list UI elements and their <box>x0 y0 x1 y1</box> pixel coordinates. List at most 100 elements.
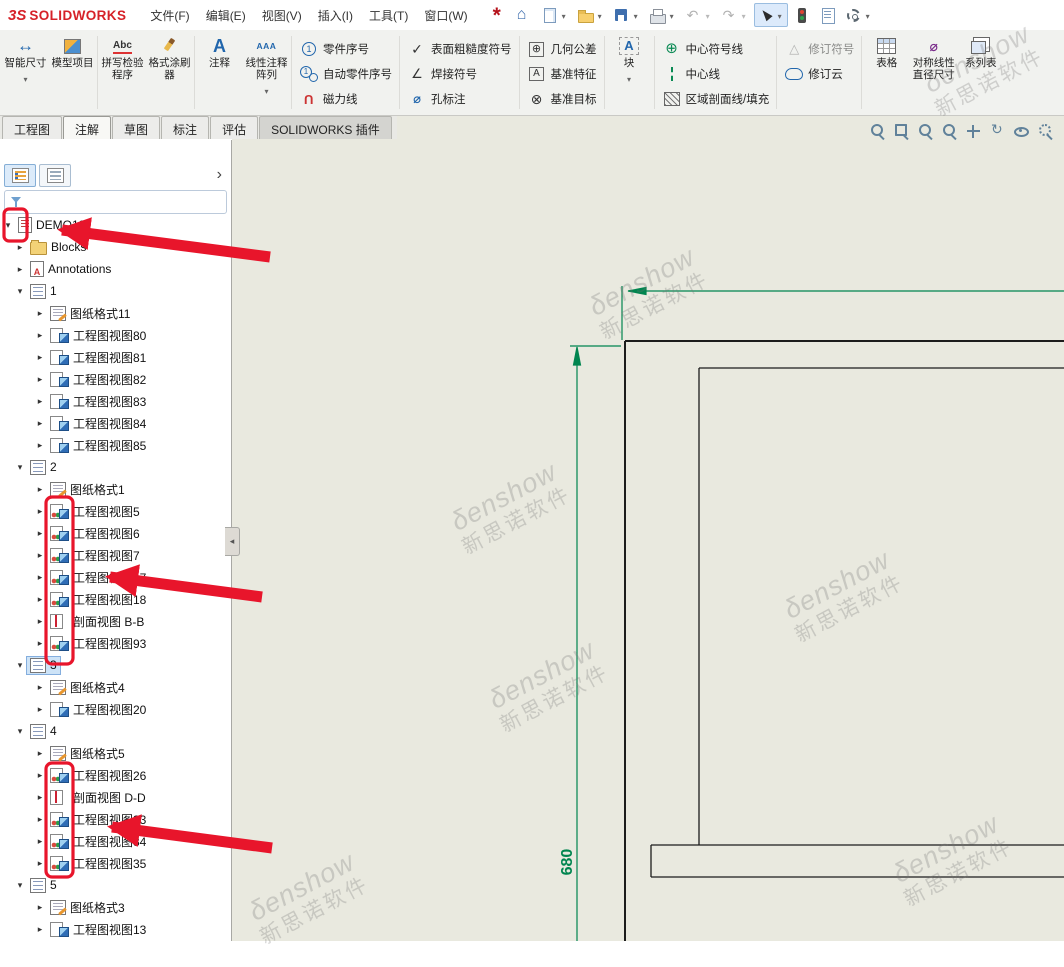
open-button[interactable] <box>574 3 608 27</box>
expand-arrow-icon[interactable] <box>34 484 46 495</box>
dropdown-arrow-icon[interactable] <box>21 69 31 87</box>
expand-arrow-icon[interactable] <box>34 374 46 385</box>
tree-item-body[interactable]: 3 <box>26 656 61 675</box>
menu-item[interactable]: 编辑(E) <box>198 2 254 29</box>
tree-item[interactable]: 剖面视图 B-B <box>0 610 231 632</box>
expand-arrow-icon[interactable] <box>34 770 46 781</box>
select-cursor-button[interactable] <box>754 3 788 27</box>
tree-item-body[interactable]: 工程图视图34 <box>46 831 150 852</box>
ribbon-button[interactable]: 焊接符号 <box>403 62 516 86</box>
tree-item[interactable]: 图纸格式3 <box>0 896 231 918</box>
featuremanager-tree-tab[interactable] <box>4 164 36 187</box>
zoom-area-icon[interactable] <box>893 123 910 139</box>
ribbon-button[interactable]: 零件序号 <box>295 37 396 61</box>
ribbon-button[interactable]: 模型项目 <box>49 35 96 69</box>
ribbon-button[interactable]: 几何公差 <box>523 37 601 61</box>
tree-item-body[interactable]: 剖面视图 B-B <box>46 611 148 632</box>
tree-item[interactable]: 工程图视图93 <box>0 632 231 654</box>
tree-item[interactable]: 1 <box>0 280 231 302</box>
home-button[interactable] <box>512 4 536 27</box>
ribbon-button[interactable]: 表格 <box>863 35 910 69</box>
new-document-button[interactable] <box>538 3 572 27</box>
ribbon-button[interactable]: 孔标注 <box>403 87 516 111</box>
ribbon-button[interactable]: 基准特征 <box>523 62 601 86</box>
commandmanager-tab[interactable]: 标注 <box>161 116 209 139</box>
tree-item[interactable]: 工程图视图33 <box>0 808 231 830</box>
menu-item[interactable]: 工具(T) <box>361 2 416 29</box>
ribbon-button[interactable]: 智能尺寸 <box>2 35 49 87</box>
tree-item-body[interactable]: Blocks <box>26 238 90 257</box>
tree-item-body[interactable]: 工程图视图17 <box>46 567 150 588</box>
tree-item[interactable]: 图纸格式11 <box>0 302 231 324</box>
expand-arrow-icon[interactable] <box>2 220 14 231</box>
tree-item-body[interactable]: DEMO10 <box>14 215 89 235</box>
tree-item[interactable]: 工程图视图7 <box>0 544 231 566</box>
tree-item-body[interactable]: 工程图视图7 <box>46 545 144 566</box>
tree-item[interactable]: 工程图视图84 <box>0 412 231 434</box>
dropdown-arrow-icon[interactable] <box>559 6 569 24</box>
tree-item[interactable]: 工程图视图35 <box>0 852 231 874</box>
zoom-to-fit-icon[interactable] <box>869 123 886 139</box>
tree-item-body[interactable]: 工程图视图85 <box>46 435 150 456</box>
dropdown-arrow-icon[interactable] <box>262 81 272 99</box>
display-manager-tab[interactable] <box>39 164 71 187</box>
tree-item-body[interactable]: 工程图视图33 <box>46 809 150 830</box>
dropdown-arrow-icon[interactable] <box>595 6 605 24</box>
ribbon-button[interactable]: 基准目标 <box>523 87 601 111</box>
tree-item[interactable]: 工程图视图83 <box>0 390 231 412</box>
tree-item-body[interactable]: 图纸格式1 <box>46 479 129 500</box>
expand-arrow-icon[interactable] <box>34 616 46 627</box>
expand-arrow-icon[interactable] <box>34 858 46 869</box>
tree-item-body[interactable]: 工程图视图20 <box>46 699 150 720</box>
expand-arrow-icon[interactable] <box>34 418 46 429</box>
hide-show-items-icon[interactable] <box>1013 123 1030 139</box>
menu-item[interactable]: 插入(I) <box>310 2 361 29</box>
menu-item[interactable]: 文件(F) <box>142 2 197 29</box>
commandmanager-tab[interactable]: 注解 <box>63 116 111 139</box>
expand-arrow-icon[interactable] <box>34 682 46 693</box>
task-list-button[interactable] <box>816 4 840 27</box>
expand-arrow-icon[interactable] <box>34 396 46 407</box>
tree-item[interactable]: 工程图视图81 <box>0 346 231 368</box>
ribbon-button[interactable]: 区域剖面线/填充 <box>658 87 774 111</box>
commandmanager-tab[interactable]: SOLIDWORKS 插件 <box>259 116 392 139</box>
expand-arrow-icon[interactable] <box>14 242 26 253</box>
print-button[interactable] <box>646 3 680 27</box>
tree-filter-input[interactable] <box>27 194 221 210</box>
expand-arrow-icon[interactable] <box>34 748 46 759</box>
tree-item-body[interactable]: 图纸格式3 <box>46 897 129 918</box>
tree-item-body[interactable]: 工程图视图6 <box>46 523 144 544</box>
dropdown-arrow-icon[interactable] <box>775 6 785 24</box>
menu-item[interactable]: 窗口(W) <box>416 2 475 29</box>
tree-item-body[interactable]: 工程图视图26 <box>46 765 150 786</box>
tree-item[interactable]: 工程图视图85 <box>0 434 231 456</box>
expand-arrow-icon[interactable] <box>14 726 26 737</box>
performance-light-button[interactable] <box>790 4 814 27</box>
ribbon-button[interactable]: 中心符号线 <box>658 37 774 61</box>
dropdown-arrow-icon[interactable] <box>667 6 677 24</box>
ribbon-button[interactable]: 注释 <box>196 35 243 69</box>
tree-item[interactable]: 图纸格式1 <box>0 478 231 500</box>
save-button[interactable] <box>610 3 644 27</box>
zoom-out-icon[interactable] <box>941 123 958 139</box>
tree-item[interactable]: 图纸格式4 <box>0 676 231 698</box>
favorites-star-button[interactable] <box>486 4 510 27</box>
options-gear-button[interactable] <box>842 3 876 27</box>
tree-item-body[interactable]: 工程图视图80 <box>46 325 150 346</box>
tree-item[interactable]: Blocks <box>0 236 231 258</box>
dropdown-arrow-icon[interactable] <box>863 6 873 24</box>
expand-arrow-icon[interactable] <box>34 330 46 341</box>
ribbon-button[interactable]: 修订云 <box>780 62 858 86</box>
expand-arrow-icon[interactable] <box>34 836 46 847</box>
expand-arrow-icon[interactable] <box>34 704 46 715</box>
tree-item[interactable]: 工程图视图18 <box>0 588 231 610</box>
tree-item-body[interactable]: 1 <box>26 282 61 301</box>
tree-item[interactable]: 3 <box>0 654 231 676</box>
ribbon-button[interactable]: 对称线性直径尺寸 <box>910 35 957 81</box>
commandmanager-tab[interactable]: 草图 <box>112 116 160 139</box>
tree-item-body[interactable]: 工程图视图35 <box>46 853 150 874</box>
panel-flyout-chevron-icon[interactable] <box>212 167 227 183</box>
expand-arrow-icon[interactable] <box>34 572 46 583</box>
tree-item-body[interactable]: 剖面视图 D-D <box>46 787 150 808</box>
tree-item[interactable]: DEMO10 <box>0 214 231 236</box>
